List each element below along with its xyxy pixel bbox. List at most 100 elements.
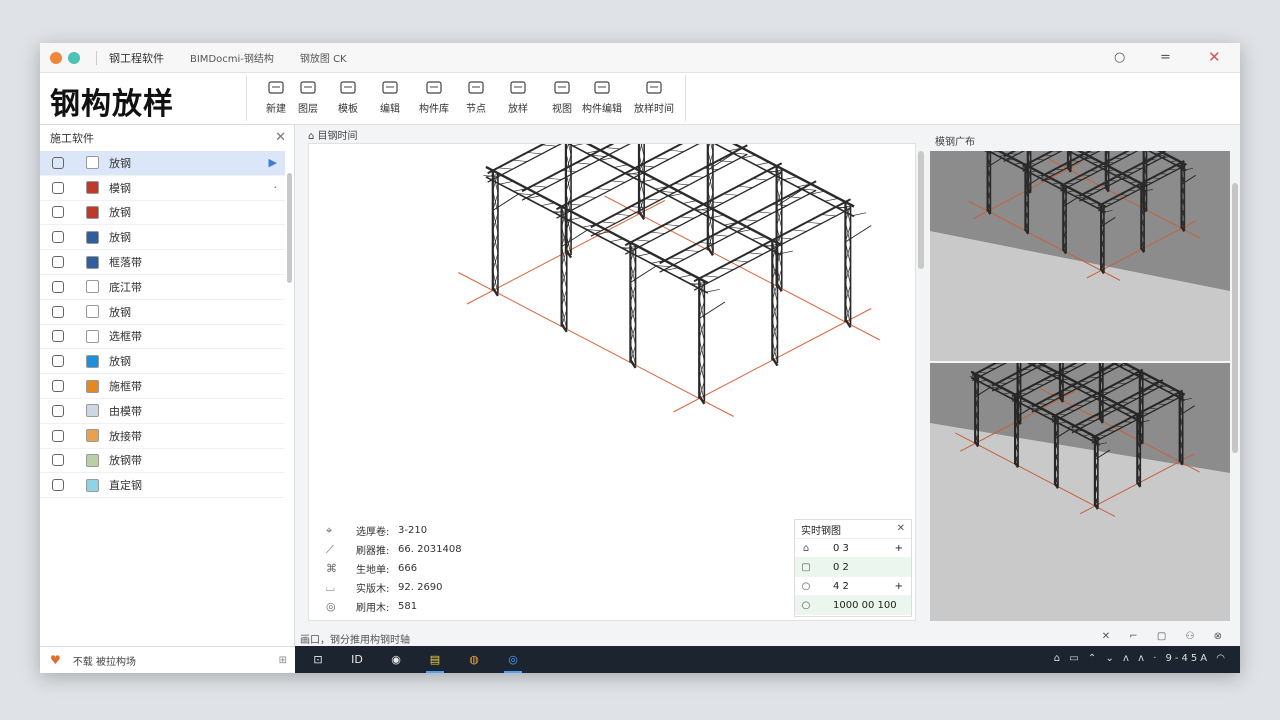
bottom-status-text: 不载 被拉构场 [72, 656, 136, 668]
close-button[interactable]: ✕ [1208, 48, 1221, 66]
list-item[interactable]: 放钢 [40, 201, 285, 226]
list-item[interactable]: 底江带 [40, 275, 285, 300]
color-swatch [86, 329, 99, 343]
list-item[interactable]: 放钢 [40, 349, 285, 375]
minimize-button[interactable]: ○ [1114, 50, 1125, 65]
list-item[interactable]: 放钢 [40, 225, 285, 251]
list-item[interactable]: 放钢 ▶ [40, 151, 285, 176]
list-item[interactable]: 选框带 [40, 325, 285, 350]
tool-component-edit[interactable]: 构件编辑 [580, 79, 624, 115]
property-label: 刷器推: [356, 546, 390, 557]
realtime-row[interactable]: ○ 4 2 + [795, 577, 911, 596]
preview-title: 模钢广布 [935, 137, 975, 148]
item-type-icon [52, 404, 64, 417]
item-label: 放钢 [109, 305, 131, 319]
ribbon-toolbar: 钢构放样 新建 图层 模板 编辑 构件库 节点 放样 视图 构件编辑 放样时间 [40, 73, 1240, 125]
tool-view[interactable]: 视图 [540, 79, 584, 115]
add-icon[interactable]: + [895, 581, 903, 592]
tool-label: 节点 [466, 104, 486, 115]
panel-scrollbar[interactable] [287, 173, 292, 283]
preview-top[interactable] [930, 151, 1230, 361]
list-item[interactable]: 模钢 · [40, 176, 285, 201]
color-swatch [86, 379, 99, 393]
ribbon-separator [246, 75, 247, 121]
item-type-icon [52, 231, 64, 244]
list-item[interactable]: 放钢 [40, 300, 285, 325]
tool-time[interactable]: 放样时间 [632, 79, 676, 115]
realtime-value: 0 2 [833, 561, 849, 573]
taskbar-id-icon[interactable]: ID [342, 646, 372, 673]
view-icon [553, 79, 571, 97]
play-icon[interactable]: ▶ [269, 156, 277, 169]
taskbar: ⊡ ID ◉ ▤ ◍ ◎ ⌂ ▭ ⌃ ⌄ ᴧ ᴧ · 9-45A ◠ [295, 646, 1240, 673]
tool-node[interactable]: 节点 [454, 79, 498, 115]
item-type-icon [52, 355, 64, 368]
property-icon: ⌘ [326, 562, 337, 575]
color-swatch [86, 404, 99, 418]
status-icons[interactable]: ✕ ⌐ ▢ ⚇ ⊗ [1102, 631, 1230, 642]
panel-close-icon[interactable]: ✕ [275, 130, 286, 145]
preview-top-render [930, 151, 1230, 361]
tab-drawing[interactable]: 钢放图 CK [300, 50, 347, 65]
realtime-close-icon[interactable]: ✕ [897, 523, 905, 534]
tool-label: 新建 [266, 104, 286, 115]
tool-template[interactable]: 模板 [326, 79, 370, 115]
item-type-icon [52, 454, 64, 467]
taskbar-browser-icon[interactable]: ◍ [459, 646, 489, 673]
status-text: 画口，钢分推用构钢时轴 [300, 635, 410, 646]
grid-icon[interactable]: ⊞ [279, 655, 287, 666]
tool-label: 编辑 [380, 104, 400, 115]
app-logo: 钢构放样 [50, 87, 174, 122]
realtime-row[interactable]: ⌂ 0 3 + [795, 539, 911, 558]
taskbar-notes-icon[interactable]: ▤ [420, 646, 450, 673]
system-tray[interactable]: ⌂ ▭ ⌃ ⌄ ᴧ ᴧ · 9-45A ◠ [1054, 653, 1228, 664]
item-type-icon [52, 181, 64, 194]
taskbar-edge-icon[interactable]: ◎ [498, 646, 528, 673]
tool-edit[interactable]: 编辑 [368, 79, 412, 115]
tool-layers[interactable]: 图层 [286, 79, 330, 115]
property-row: ⌖ 选厚卷: 3-210 [326, 521, 462, 540]
list-item[interactable]: 由模带 [40, 399, 285, 424]
item-type-icon [52, 479, 64, 492]
item-type-icon [52, 280, 64, 293]
color-swatch [86, 205, 99, 219]
add-icon[interactable]: + [895, 543, 903, 554]
list-item[interactable]: 直定钢 [40, 473, 285, 499]
realtime-row[interactable]: ▢ 0 2 [795, 558, 911, 577]
color-swatch [86, 181, 99, 195]
property-icon: ⌴ [326, 580, 335, 594]
list-item[interactable]: 放接带 [40, 424, 285, 449]
preview-scrollbar[interactable] [1232, 183, 1238, 453]
tab-bimdoc[interactable]: BIMDocmi-钢结构 [190, 50, 274, 65]
property-label: 实版木: [356, 584, 390, 595]
realtime-row-icon: ▢ [801, 561, 811, 573]
tool-library[interactable]: 构件库 [412, 79, 456, 115]
color-swatch [86, 280, 99, 294]
item-label: 施框带 [109, 380, 142, 394]
property-row: ◎ 刷用木: 581 [326, 597, 462, 616]
realtime-row-icon: ⌂ [802, 542, 810, 554]
item-label: 直定钢 [109, 479, 142, 493]
component-list: 放钢 ▶ 模钢 · 放钢 放钢 框落带 底江带 放钢 选框带 放钢 施框带 由模带 放接带 放钢带 直定钢 [40, 151, 294, 499]
time-icon [645, 79, 663, 97]
color-swatch [86, 478, 99, 492]
maximize-button[interactable]: = [1160, 50, 1171, 65]
window-dot-orange-icon[interactable] [50, 51, 62, 64]
item-type-icon [52, 330, 64, 343]
taskbar-media-icon[interactable]: ◉ [381, 646, 411, 673]
list-item[interactable]: 施框带 [40, 374, 285, 399]
preview-bottom[interactable] [930, 363, 1230, 621]
list-item[interactable]: 放钢带 [40, 449, 285, 474]
node-icon [467, 79, 485, 97]
tool-lofting[interactable]: 放样 [496, 79, 540, 115]
window-dot-teal-icon[interactable] [68, 51, 80, 64]
more-icon[interactable]: · [274, 181, 278, 194]
realtime-header: 实时钢图 ✕ [795, 520, 911, 539]
list-item[interactable]: 框落带 [40, 250, 285, 275]
app-title: 钢工程软件 [109, 51, 164, 65]
canvas-scrollbar[interactable] [918, 151, 924, 269]
realtime-row[interactable]: ○ 1000 00 100 [795, 596, 911, 615]
property-row: ⟋ 刷器推: 66. 2031408 [326, 540, 462, 559]
taskbar-keyboard-icon[interactable]: ⊡ [303, 646, 333, 673]
realtime-value: 1000 00 100 [833, 599, 897, 611]
